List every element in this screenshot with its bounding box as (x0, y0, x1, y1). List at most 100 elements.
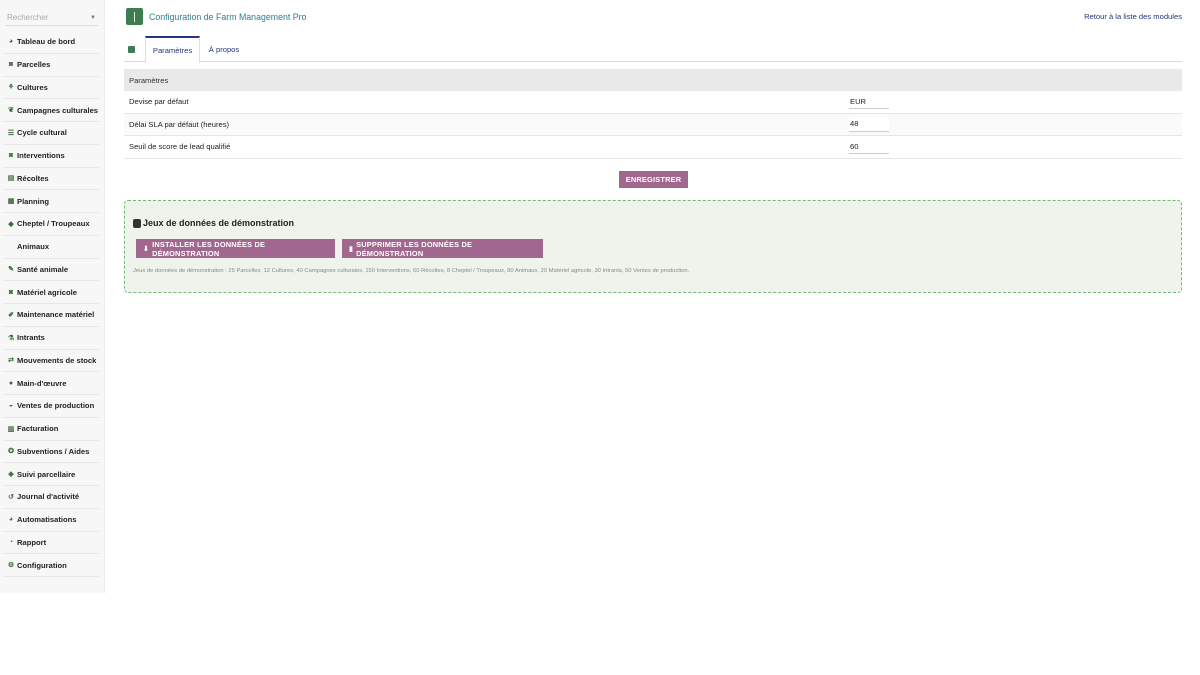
cow-icon: ◆ (8, 220, 14, 228)
sidebar-item-label: Campagnes culturales (17, 105, 99, 115)
sidebar-item-label: Animaux (17, 242, 50, 252)
settings-table-header: Paramètres (124, 69, 1182, 91)
syringe-icon: ✎ (8, 266, 14, 274)
tab-parametres[interactable]: Paramètres (145, 36, 200, 63)
sidebar-item-label: Facturation (17, 424, 59, 434)
settings-table: Paramètres Devise par défaut EUR Délai S… (124, 69, 1182, 159)
sidebar-item-label: Cultures (17, 82, 48, 92)
wrench-icon: ✐ (8, 311, 14, 319)
flask-icon: ⚗ (7, 334, 15, 342)
award-icon: ✪ (8, 448, 14, 456)
setting-label: Délai SLA par défaut (heures) (129, 119, 230, 129)
gear-icon: ⚙ (7, 562, 15, 570)
download-icon: ⬇ (143, 245, 150, 253)
install-demo-label: INSTALLER LES DONNÉES DE DÉMONSTRATION (152, 239, 266, 258)
calendar-icon: ▦ (7, 198, 15, 206)
sidebar-item[interactable]: ⚘ Cultures (3, 77, 99, 100)
sidebar-item-label: Rapport (17, 537, 47, 547)
exchange-icon: ⇄ (8, 357, 14, 365)
setting-row-sla: Délai SLA par défaut (heures) 48 (124, 113, 1182, 136)
sidebar-item-label: Journal d'activité (17, 492, 80, 502)
module-icon (128, 46, 135, 53)
sidebar-item[interactable]: ◙ Parcelles (3, 54, 99, 77)
sidebar-item[interactable]: ▦ Planning (3, 190, 99, 213)
sidebar-item[interactable]: ▤ Récoltes (3, 168, 99, 191)
sidebar: Rechercher ▼ ◕ Tableau de bord ◙ Parcelles ⚘… (0, 0, 105, 593)
sidebar-item-label: Matériel agricole (17, 287, 77, 297)
demo-data-panel: Jeux de données de démonstration ⬇ INSTA… (124, 200, 1182, 293)
sidebar-item[interactable]: ◙ Interventions (3, 145, 99, 168)
setting-row-lead-score: Seuil de score de lead qualifié 60 (124, 136, 1182, 159)
sidebar-item-label: Ventes de production (17, 401, 95, 411)
delete-demo-label: SUPPRIMER LES DONNÉES DE DÉMONSTRATION (356, 239, 473, 258)
sidebar-item[interactable]: ❦ Campagnes culturales (3, 99, 99, 122)
map-icon: ◈ (8, 471, 14, 479)
sidebar-item-label: Main-d'œuvre (17, 378, 67, 388)
sidebar-item-label: Planning (17, 196, 50, 206)
sidebar-item[interactable]: ◕ Tableau de bord (3, 31, 99, 54)
search-placeholder: Rechercher (7, 13, 49, 22)
install-demo-button[interactable]: ⬇ INSTALLER LES DONNÉES DE DÉMONSTRATION (136, 239, 335, 258)
sidebar-item[interactable]: ⚙ Configuration (3, 554, 99, 577)
robot-icon: ◕ (8, 516, 14, 524)
tractor-icon: ◙ (8, 288, 14, 296)
sidebar-item-label: Suivi parcellaire (17, 469, 76, 479)
tractor-icon: ◙ (8, 152, 14, 160)
sidebar-item-label: Cheptel / Troupeaux (17, 219, 90, 229)
sidebar-item[interactable]: ✪ Subventions / Aides (3, 441, 99, 464)
tab-a-propos[interactable]: À propos (204, 36, 244, 62)
leaf-icon: ❦ (8, 107, 14, 115)
sidebar-item[interactable]: ☰ Cycle cultural (3, 122, 99, 145)
sidebar-item[interactable]: ● Main-d'œuvre (3, 372, 99, 395)
sidebar-item[interactable]: ✐ Maintenance matériel (3, 304, 99, 327)
sidebar-item[interactable]: ◔ Rapport (3, 532, 99, 555)
sidebar-item[interactable]: ◈ Suivi parcellaire (3, 463, 99, 486)
sidebar-item-label: Maintenance matériel (17, 310, 95, 320)
sidebar-menu: ◕ Tableau de bord ◙ Parcelles ⚘ Cultures ❦ Camp… (3, 31, 99, 577)
page-title: Configuration de Farm Management Pro (149, 12, 307, 22)
sla-hours-field[interactable]: 48 (849, 116, 889, 132)
sidebar-item-label: Cycle cultural (17, 128, 67, 138)
demo-panel-title-text: Jeux de données de démonstration (143, 218, 295, 228)
back-to-modules-link[interactable]: Retour à la liste des modules (1084, 12, 1182, 21)
trash-icon: ▮ (349, 245, 354, 253)
list-icon: ☰ (7, 129, 15, 137)
tractor-icon: ◙ (8, 61, 14, 69)
sidebar-item[interactable]: ◆ Cheptel / Troupeaux (3, 213, 99, 236)
sidebar-item-label: Parcelles (17, 60, 51, 70)
sidebar-item[interactable]: ⚗ Intrants (3, 327, 99, 350)
hand-coins-icon: ◒ (8, 402, 14, 410)
dashboard-icon: ◕ (8, 38, 14, 46)
user-icon: ● (8, 379, 14, 387)
sidebar-item[interactable]: ▥ Facturation (3, 418, 99, 441)
sidebar-item[interactable]: ✎ Santé animale (3, 259, 99, 282)
currency-field[interactable]: EUR (849, 94, 889, 109)
invoice-icon: ▥ (7, 425, 15, 433)
app-logo-icon (126, 8, 143, 25)
demo-info-text: Jeux de données de démonstration : 25 Pa… (133, 268, 690, 274)
sidebar-item[interactable]: ↺ Journal d'activité (3, 486, 99, 509)
chevron-down-icon[interactable]: ▼ (90, 15, 96, 21)
setting-label: Devise par défaut (129, 97, 189, 107)
sidebar-item[interactable]: Animaux (3, 236, 99, 259)
sidebar-item[interactable]: ⇄ Mouvements de stock (3, 350, 99, 373)
sidebar-item[interactable]: ◙ Matériel agricole (3, 281, 99, 304)
sidebar-item-label: Automatisations (17, 515, 77, 525)
sidebar-item-label: Santé animale (17, 264, 69, 274)
sidebar-item-label: Mouvements de stock (17, 355, 97, 365)
sidebar-item-label: Interventions (17, 151, 65, 161)
database-icon (133, 218, 141, 228)
sidebar-item-label: Subventions / Aides (17, 446, 90, 456)
search-input[interactable]: Rechercher ▼ (5, 10, 98, 26)
demo-panel-title: Jeux de données de démonstration (133, 218, 294, 228)
sidebar-item-label: Tableau de bord (17, 37, 76, 47)
sidebar-item[interactable]: ◕ Automatisations (3, 509, 99, 532)
history-icon: ↺ (8, 493, 14, 501)
lead-score-field[interactable]: 60 (849, 139, 889, 154)
archive-icon: ▤ (7, 175, 15, 183)
setting-row-currency: Devise par défaut EUR (124, 91, 1182, 114)
sidebar-item[interactable]: ◒ Ventes de production (3, 395, 99, 418)
delete-demo-button[interactable]: ▮ SUPPRIMER LES DONNÉES DE DÉMONSTRATION (342, 239, 543, 258)
seedling-icon: ⚘ (7, 84, 15, 92)
save-button[interactable]: ENREGISTRER (619, 171, 688, 188)
